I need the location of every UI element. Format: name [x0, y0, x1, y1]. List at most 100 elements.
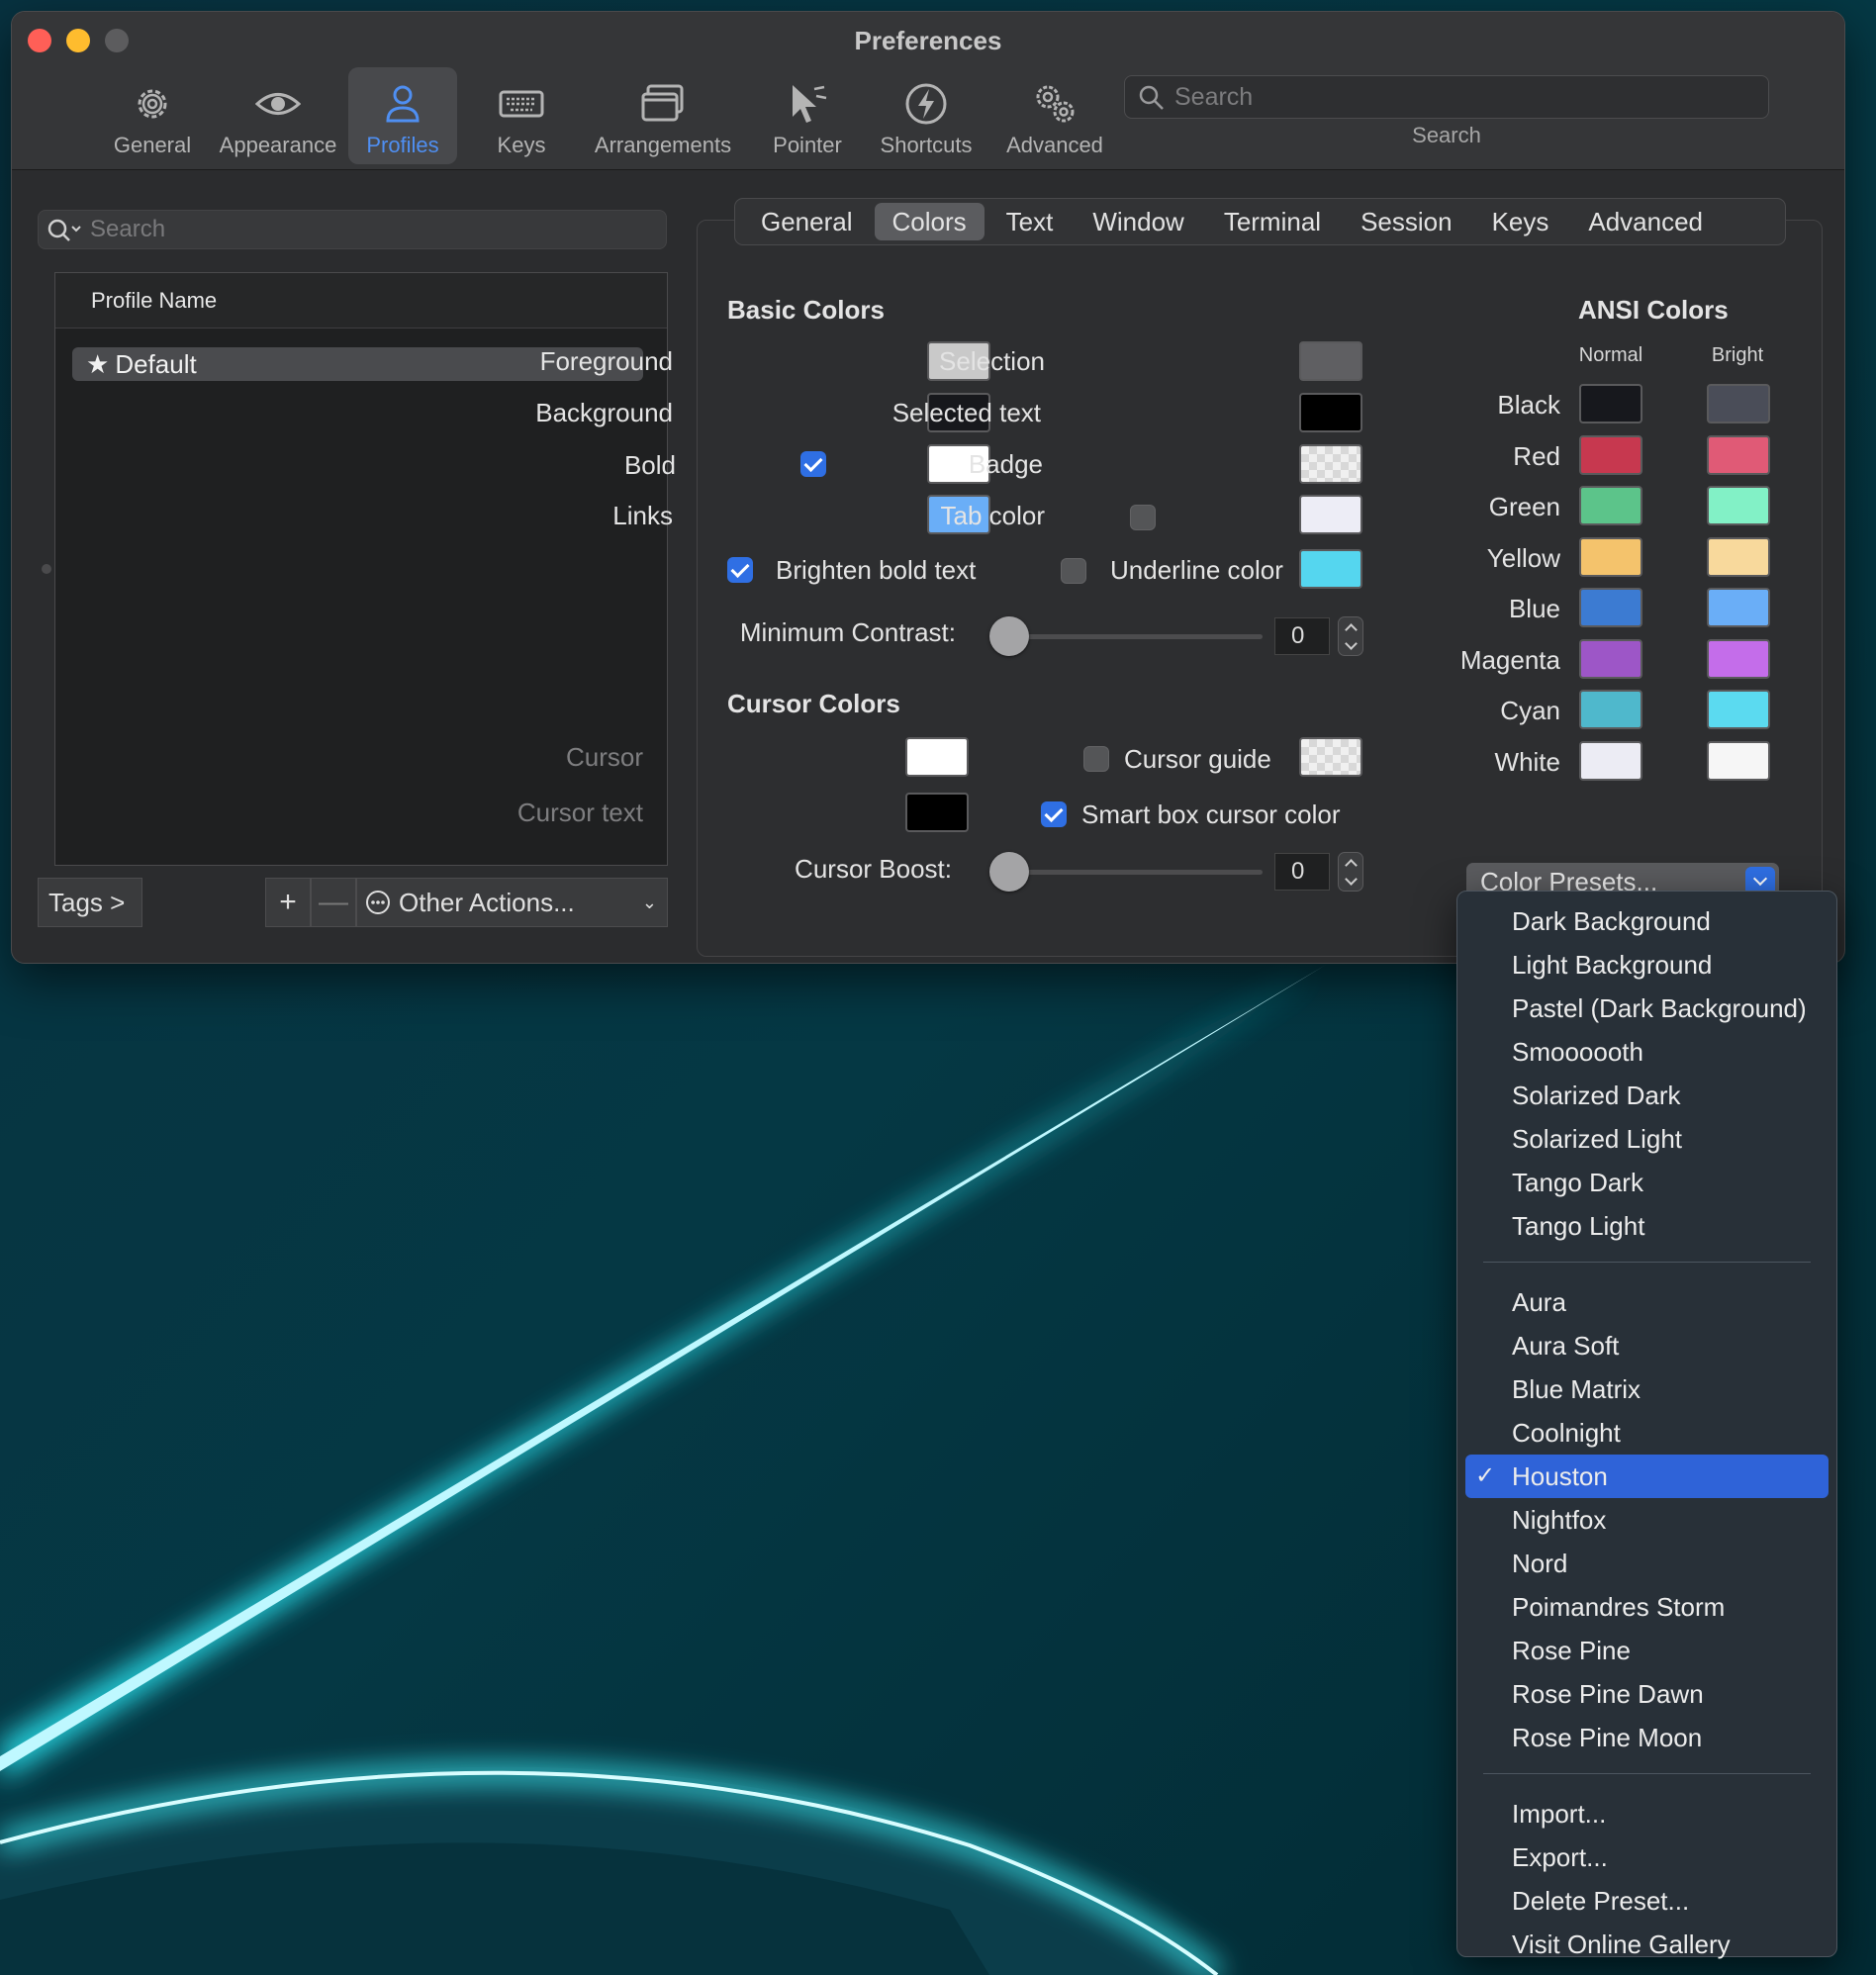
ansi-black-bright-swatch[interactable]	[1707, 384, 1770, 423]
ansi-black-normal-swatch[interactable]	[1579, 384, 1642, 423]
toolbar-keys[interactable]: Keys	[467, 67, 576, 164]
cursor-boost-value[interactable]: 0	[1274, 853, 1330, 891]
tab-color-checkbox[interactable]	[1130, 505, 1156, 530]
basic-colors-heading: Basic Colors	[727, 295, 885, 325]
selected-text-swatch[interactable]	[1299, 393, 1362, 432]
cursor-guide-checkbox[interactable]	[1083, 746, 1109, 772]
ansi-white-normal-swatch[interactable]	[1579, 740, 1642, 781]
preset-item-blue-matrix[interactable]: Blue Matrix	[1465, 1367, 1829, 1411]
badge-swatch[interactable]	[1299, 444, 1362, 484]
ansi-yellow-bright-swatch[interactable]	[1707, 536, 1770, 577]
tab-general[interactable]: General	[743, 203, 871, 240]
smart-box-cursor-label: Smart box cursor color	[1081, 799, 1341, 829]
preset-item-label: Export...	[1512, 1842, 1608, 1872]
minimum-contrast-stepper[interactable]	[1338, 616, 1363, 656]
cursor-text-swatch[interactable]	[905, 793, 969, 832]
add-profile-button[interactable]: +	[265, 878, 311, 927]
preset-item-aura[interactable]: Aura	[1465, 1280, 1829, 1324]
preset-item-rose-pine[interactable]: Rose Pine	[1465, 1629, 1829, 1672]
ansi-red-normal-swatch[interactable]	[1579, 434, 1642, 475]
ansi-cyan-bright-swatch[interactable]	[1707, 690, 1770, 729]
ansi-blue-normal-swatch[interactable]	[1579, 588, 1642, 627]
window-title: Preferences	[854, 26, 1002, 55]
toolbar-appearance[interactable]: Appearance	[208, 67, 348, 164]
minimum-contrast-track[interactable]	[1001, 634, 1263, 639]
ansi-white-bright-swatch[interactable]	[1707, 740, 1770, 781]
preset-item-pastel-dark-background[interactable]: Pastel (Dark Background)	[1465, 987, 1829, 1030]
tags-button[interactable]: Tags >	[38, 878, 142, 927]
preset-item-visit-online-gallery[interactable]: Visit Online Gallery	[1465, 1923, 1829, 1966]
cursor-guide-swatch[interactable]	[1299, 737, 1362, 777]
ansi-cyan-normal-swatch[interactable]	[1579, 690, 1642, 729]
ansi-red-bright-swatch[interactable]	[1707, 434, 1770, 475]
preset-item-nord[interactable]: Nord	[1465, 1542, 1829, 1585]
preset-item-export[interactable]: Export...	[1465, 1835, 1829, 1879]
ansi-cyan-label: Cyan	[1500, 696, 1560, 725]
toolbar-arrangements[interactable]: Arrangements	[578, 67, 748, 164]
ansi-green-normal-swatch[interactable]	[1579, 486, 1642, 525]
tab-window[interactable]: Window	[1075, 203, 1201, 240]
preset-item-label: Delete Preset...	[1512, 1886, 1690, 1916]
underline-color-checkbox[interactable]	[1061, 558, 1086, 584]
ansi-blue-bright-swatch[interactable]	[1707, 588, 1770, 627]
profile-name-header[interactable]: Profile Name	[55, 273, 667, 329]
toolbar-pointer[interactable]: Pointer	[758, 67, 857, 164]
preset-item-houston[interactable]: ✓ Houston	[1465, 1455, 1829, 1498]
preset-item-solarized-light[interactable]: Solarized Light	[1465, 1117, 1829, 1161]
preset-item-light-background[interactable]: Light Background	[1465, 943, 1829, 987]
toolbar-shortcuts[interactable]: Shortcuts	[867, 67, 985, 164]
preset-item-label: Dark Background	[1512, 906, 1711, 936]
underline-color-swatch[interactable]	[1299, 549, 1362, 589]
tab-color-swatch[interactable]	[1299, 495, 1362, 534]
profile-search-input[interactable]	[90, 211, 654, 248]
preset-item-poimandres-storm[interactable]: Poimandres Storm	[1465, 1585, 1829, 1629]
preferences-search[interactable]	[1124, 75, 1769, 119]
toolbar-general[interactable]: General	[97, 67, 208, 164]
preset-item-solarized-dark[interactable]: Solarized Dark	[1465, 1074, 1829, 1117]
ansi-yellow-label: Yellow	[1486, 542, 1560, 573]
ansi-magenta-normal-swatch[interactable]	[1579, 638, 1642, 679]
preset-item-aura-soft[interactable]: Aura Soft	[1465, 1324, 1829, 1367]
preset-item-smoooooth[interactable]: Smoooooth	[1465, 1030, 1829, 1074]
minimum-contrast-knob[interactable]	[989, 616, 1029, 656]
remove-profile-button[interactable]: —	[311, 878, 356, 927]
preset-item-delete-preset[interactable]: Delete Preset...	[1465, 1879, 1829, 1923]
profile-search[interactable]	[38, 210, 667, 249]
cursor-swatch[interactable]	[905, 737, 969, 777]
preset-item-tango-light[interactable]: Tango Light	[1465, 1204, 1829, 1248]
toolbar-profiles[interactable]: Profiles	[348, 67, 457, 164]
smart-box-cursor-checkbox[interactable]	[1041, 801, 1067, 827]
preset-item-import[interactable]: Import...	[1465, 1792, 1829, 1835]
preset-item-tango-dark[interactable]: Tango Dark	[1465, 1161, 1829, 1204]
tab-colors[interactable]: Colors	[874, 203, 985, 240]
pointer-icon	[793, 85, 827, 123]
windows-icon	[641, 84, 684, 122]
tab-advanced[interactable]: Advanced	[1570, 203, 1721, 240]
tab-terminal[interactable]: Terminal	[1206, 203, 1339, 240]
other-actions-button[interactable]: Other Actions... ⌄	[356, 878, 668, 927]
brighten-bold-checkbox[interactable]	[727, 557, 753, 583]
preset-item-label: Poimandres Storm	[1512, 1592, 1726, 1622]
preset-item-dark-background[interactable]: Dark Background	[1465, 899, 1829, 943]
toolbar-advanced[interactable]: Advanced	[995, 67, 1114, 164]
preferences-search-input[interactable]	[1174, 76, 1758, 118]
preset-item-coolnight[interactable]: Coolnight	[1465, 1411, 1829, 1455]
preset-item-nightfox[interactable]: Nightfox	[1465, 1498, 1829, 1542]
tab-session[interactable]: Session	[1343, 203, 1470, 240]
selection-swatch[interactable]	[1299, 341, 1362, 381]
preset-item-label: Rose Pine Moon	[1512, 1723, 1703, 1752]
toolbar-appearance-label: Appearance	[219, 133, 337, 157]
cursor-boost-track[interactable]	[1001, 870, 1263, 875]
tab-text[interactable]: Text	[988, 203, 1072, 240]
ansi-magenta-bright-swatch[interactable]	[1707, 638, 1770, 679]
split-handle[interactable]	[42, 564, 51, 574]
cursor-boost-stepper[interactable]	[1338, 852, 1363, 892]
preset-item-rose-pine-dawn[interactable]: Rose Pine Dawn	[1465, 1672, 1829, 1716]
tab-keys[interactable]: Keys	[1474, 203, 1567, 240]
ansi-green-bright-swatch[interactable]	[1707, 486, 1770, 525]
preset-item-rose-pine-moon[interactable]: Rose Pine Moon	[1465, 1716, 1829, 1759]
ansi-yellow-normal-swatch[interactable]	[1579, 536, 1642, 577]
cursor-boost-knob[interactable]	[989, 852, 1029, 892]
bold-checkbox[interactable]	[800, 451, 826, 477]
minimum-contrast-value[interactable]: 0	[1274, 617, 1330, 655]
